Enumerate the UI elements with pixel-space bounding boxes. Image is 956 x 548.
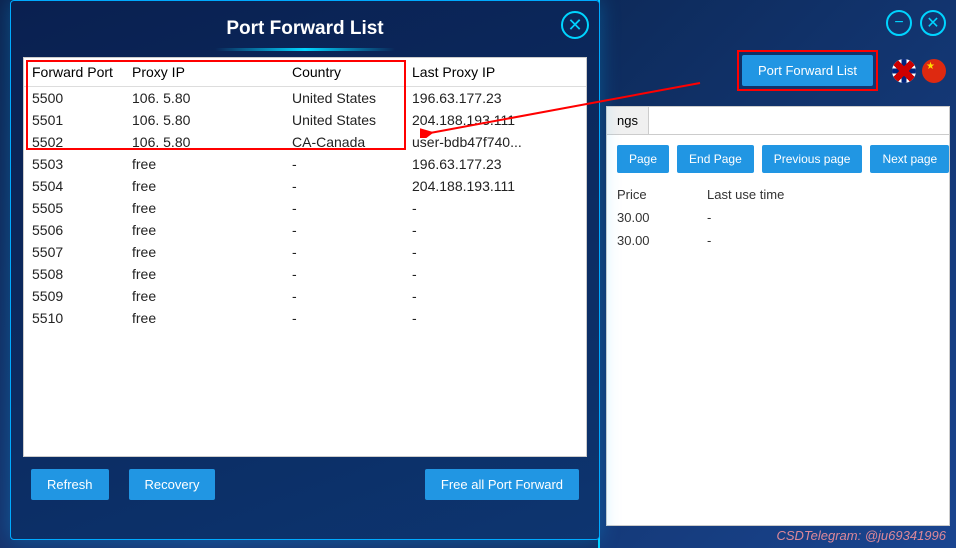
col-proxy-ip[interactable]: Proxy IP [124,58,284,87]
table-row[interactable]: 5502106. 5.80CA-Canadauser-bdb47f740... [24,131,586,153]
col-country[interactable]: Country [284,58,404,87]
table-row[interactable]: 5507free-- [24,241,586,263]
port-forward-table: Forward Port Proxy IP Country Last Proxy… [24,58,586,329]
tab-settings[interactable]: ngs [607,107,649,134]
list-item[interactable]: 30.00- [607,229,949,252]
table-row[interactable]: 5505free-- [24,197,586,219]
watermark-text: CSDTelegram: @ju69341996 [776,528,946,543]
port-forward-modal: Port Forward List ✕ Forward Port Proxy I… [10,0,600,540]
end-page-button[interactable]: End Page [677,145,754,173]
previous-page-button[interactable]: Previous page [762,145,863,173]
table-row[interactable]: 5506free-- [24,219,586,241]
table-row[interactable]: 5503free-196.63.177.23 [24,153,586,175]
page-button[interactable]: Page [617,145,669,173]
col-forward-port[interactable]: Forward Port [24,58,124,87]
minimize-button[interactable]: − [886,10,912,36]
flag-cn-icon[interactable] [922,59,946,83]
main-window: − ✕ Port Forward List ngs Page End Page … [598,0,956,548]
close-button[interactable]: ✕ [920,10,946,36]
table-row[interactable]: 5500106. 5.80United States196.63.177.23 [24,87,586,110]
next-page-button[interactable]: Next page [870,145,949,173]
port-forward-list-button[interactable]: Port Forward List [742,55,873,86]
table-row[interactable]: 5501106. 5.80United States204.188.193.11… [24,109,586,131]
column-headers: Price Last use time [607,183,949,206]
highlight-box: Port Forward List [737,50,878,91]
free-all-button[interactable]: Free all Port Forward [425,469,579,500]
modal-close-button[interactable]: ✕ [561,11,589,39]
modal-title: Port Forward List [226,18,383,40]
recovery-button[interactable]: Recovery [129,469,216,500]
col-last-proxy[interactable]: Last Proxy IP [404,58,586,87]
table-row[interactable]: 5510free-- [24,307,586,329]
table-row[interactable]: 5504free-204.188.193.111 [24,175,586,197]
list-item[interactable]: 30.00- [607,206,949,229]
flag-uk-icon[interactable] [892,59,916,83]
refresh-button[interactable]: Refresh [31,469,109,500]
table-row[interactable]: 5508free-- [24,263,586,285]
table-row[interactable]: 5509free-- [24,285,586,307]
